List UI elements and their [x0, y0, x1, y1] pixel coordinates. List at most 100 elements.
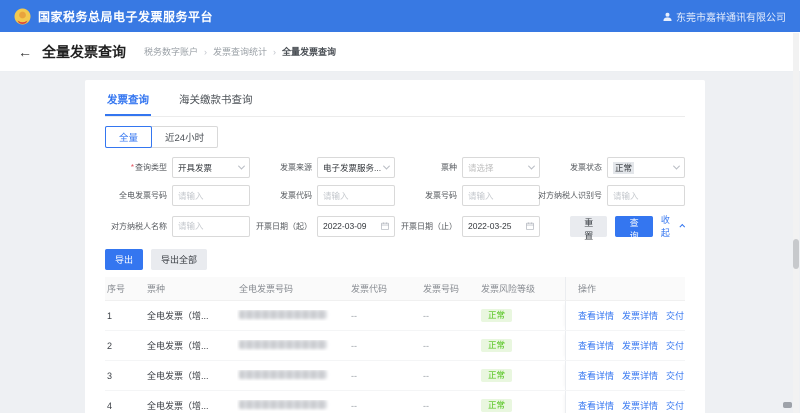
back-arrow-icon[interactable]: ←	[18, 44, 32, 60]
table-row: 1 全电发票（增... -- -- 正常 查看详情 发票详情 交付	[105, 301, 685, 331]
chevron-down-icon	[673, 163, 680, 170]
cell-ticket-type: 全电发票（增...	[145, 339, 237, 352]
date-end-label: 开票日期（止）	[401, 221, 462, 232]
status-badge: 正常	[481, 339, 512, 352]
vertical-scrollbar-thumb[interactable]	[793, 239, 799, 269]
company-name: 东莞市嘉祥通讯有限公司	[676, 9, 786, 24]
cell-invoice-number: --	[421, 311, 479, 321]
invoice-status-select[interactable]: 正常	[607, 157, 685, 178]
buyer-name-label: 对方纳税人名称	[111, 221, 172, 232]
platform-logo-icon	[14, 8, 31, 25]
table-row: 3 全电发票（增... -- -- 正常 查看详情 发票详情 交付	[105, 361, 685, 391]
range-toggle: 全量 近24小时	[105, 126, 685, 148]
calendar-icon	[526, 222, 534, 230]
header-risk-level: 发票风险等级	[479, 282, 565, 295]
view-detail-link[interactable]: 查看详情	[578, 339, 614, 352]
status-badge: 正常	[481, 309, 512, 322]
invoice-source-select[interactable]: 电子发票服务...	[317, 157, 395, 178]
cell-invoice-code: --	[349, 371, 421, 381]
cell-invoice-number: --	[421, 341, 479, 351]
invoice-number-label: 发票号码	[425, 190, 462, 201]
cell-invoice-code: --	[349, 401, 421, 411]
invoice-number-input[interactable]	[462, 185, 540, 206]
reset-button[interactable]: 重置	[570, 216, 607, 237]
ticket-type-select[interactable]: 请选择	[462, 157, 540, 178]
platform-title: 国家税务总局电子发票服务平台	[38, 8, 213, 25]
ticket-type-label: 票种	[441, 162, 462, 173]
view-detail-link[interactable]: 查看详情	[578, 309, 614, 322]
view-detail-link[interactable]: 查看详情	[578, 399, 614, 412]
cell-ticket-type: 全电发票（增...	[145, 399, 237, 412]
date-start-label: 开票日期（起）	[256, 221, 317, 232]
invoice-detail-link[interactable]: 发票详情	[622, 369, 658, 382]
query-type-label: *查询类型	[131, 162, 172, 173]
buyer-tax-id-input[interactable]	[607, 185, 685, 206]
edi-number-input[interactable]	[172, 185, 250, 206]
table-row: 4 全电发票（增... -- -- 正常 查看详情 发票详情 交付	[105, 391, 685, 413]
cell-invoice-code: --	[349, 311, 421, 321]
page-header: ← 全量发票查询 税务数字账户 › 发票查询统计 › 全量发票查询	[0, 32, 800, 72]
range-24h-button[interactable]: 近24小时	[151, 126, 218, 148]
breadcrumb-item-query-stats[interactable]: 发票查询统计	[213, 45, 267, 58]
main-card: 发票查询 海关缴款书查询 全量 近24小时 *查询类型 开具发票 发票来源 电子…	[85, 80, 705, 413]
browser-corner-icon	[783, 402, 792, 408]
invoice-code-input[interactable]	[317, 185, 395, 206]
view-detail-link[interactable]: 查看详情	[578, 369, 614, 382]
chevron-down-icon	[528, 163, 535, 170]
invoice-detail-link[interactable]: 发票详情	[622, 399, 658, 412]
cell-index: 1	[105, 311, 145, 321]
table-header-row: 序号 票种 全电发票号码 发票代码 发票号码 发票风险等级 操作	[105, 277, 685, 301]
invoice-source-label: 发票来源	[280, 162, 317, 173]
buyer-name-input[interactable]	[172, 216, 250, 237]
cell-index: 3	[105, 371, 145, 381]
invoice-table: 序号 票种 全电发票号码 发票代码 发票号码 发票风险等级 操作 1 全电发票（…	[105, 277, 685, 413]
calendar-icon	[381, 222, 389, 230]
status-badge: 正常	[481, 399, 512, 412]
redacted-invoice-number	[239, 370, 327, 379]
breadcrumb-item-current: 全量发票查询	[282, 45, 336, 58]
deliver-link[interactable]: 交付	[666, 339, 684, 352]
platform-brand: 国家税务总局电子发票服务平台	[14, 8, 213, 25]
query-button[interactable]: 查询	[615, 216, 652, 237]
breadcrumb-separator: ›	[204, 47, 207, 57]
collapse-link[interactable]: 收起	[661, 213, 685, 239]
breadcrumb-item-account[interactable]: 税务数字账户	[144, 45, 198, 58]
invoice-detail-link[interactable]: 发票详情	[622, 339, 658, 352]
header-actions: 操作	[565, 277, 685, 300]
breadcrumb: 税务数字账户 › 发票查询统计 › 全量发票查询	[144, 45, 336, 58]
export-all-button[interactable]: 导出全部	[151, 249, 207, 270]
chevron-down-icon	[238, 163, 245, 170]
breadcrumb-separator: ›	[273, 47, 276, 57]
header-ticket-type: 票种	[145, 282, 237, 295]
status-badge: 正常	[481, 369, 512, 382]
table-row: 2 全电发票（增... -- -- 正常 查看详情 发票详情 交付	[105, 331, 685, 361]
invoice-code-label: 发票代码	[280, 190, 317, 201]
vertical-scrollbar-track	[793, 33, 799, 413]
deliver-link[interactable]: 交付	[666, 309, 684, 322]
deliver-link[interactable]: 交付	[666, 399, 684, 412]
header-invoice-number: 发票号码	[421, 282, 479, 295]
deliver-link[interactable]: 交付	[666, 369, 684, 382]
cell-ticket-type: 全电发票（增...	[145, 309, 237, 322]
cell-index: 2	[105, 341, 145, 351]
header-edi-number: 全电发票号码	[237, 282, 349, 295]
cell-ticket-type: 全电发票（增...	[145, 369, 237, 382]
range-all-button[interactable]: 全量	[105, 126, 152, 148]
invoice-status-label: 发票状态	[570, 162, 607, 173]
tab-invoice-query[interactable]: 发票查询	[105, 88, 151, 116]
edi-number-label: 全电发票号码	[119, 190, 172, 201]
chevron-up-icon	[680, 224, 686, 230]
chevron-down-icon	[383, 163, 390, 170]
export-button[interactable]: 导出	[105, 249, 143, 270]
page-title: 全量发票查询	[42, 42, 126, 62]
table-body: 1 全电发票（增... -- -- 正常 查看详情 发票详情 交付 2 全电发票…	[105, 301, 685, 413]
date-start-picker[interactable]: 2022-03-09	[317, 216, 395, 237]
tab-customs-payment-query[interactable]: 海关缴款书查询	[177, 88, 255, 116]
account-menu[interactable]: 东莞市嘉祥通讯有限公司	[663, 9, 786, 24]
invoice-detail-link[interactable]: 发票详情	[622, 309, 658, 322]
query-type-select[interactable]: 开具发票	[172, 157, 250, 178]
cell-invoice-number: --	[421, 371, 479, 381]
redacted-invoice-number	[239, 310, 327, 319]
date-end-picker[interactable]: 2022-03-25	[462, 216, 540, 237]
header-invoice-code: 发票代码	[349, 282, 421, 295]
